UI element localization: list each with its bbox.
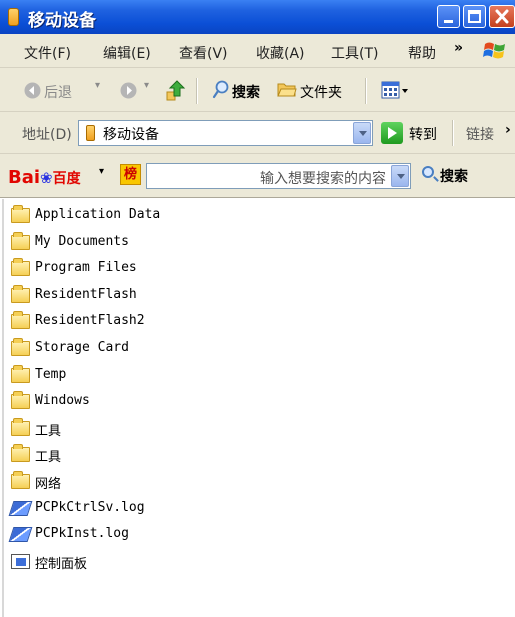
list-item-label: My Documents (35, 233, 129, 249)
baidu-search-button[interactable]: 搜索 (440, 166, 468, 186)
search-icon[interactable] (422, 166, 434, 178)
mobile-device-icon (86, 125, 95, 141)
forward-arrow-icon[interactable] (120, 82, 137, 99)
maximize-icon (468, 10, 481, 23)
mobile-device-icon (8, 8, 19, 26)
list-item-label: Application Data (35, 207, 161, 222)
baidu-rank-button[interactable]: 榜 (120, 164, 141, 185)
folders-button[interactable]: 文件夹 (300, 82, 342, 102)
folder-icon (11, 284, 30, 303)
list-item-label: PCPkInst.log (35, 526, 129, 542)
list-item-label: ResidentFlash (35, 286, 137, 302)
folder-icon (11, 471, 30, 489)
baidu-toolbar: Bai❀百度 ▾ 榜 输入想要搜索的内容 搜索 (0, 154, 515, 198)
search-history-dropdown[interactable] (391, 165, 409, 187)
folder-icon (11, 311, 30, 330)
folder-icon (11, 258, 30, 277)
address-input[interactable]: 移动设备 (78, 120, 373, 146)
folders-icon[interactable] (277, 81, 297, 98)
address-bar: 地址(D) 移动设备 转到 链接 › (0, 112, 515, 154)
back-button[interactable]: 后退 (44, 82, 72, 102)
address-value: 移动设备 (103, 127, 159, 143)
links-button[interactable]: 链接 (466, 124, 494, 144)
maximize-button[interactable] (463, 5, 486, 28)
menu-edit[interactable]: 编辑(E) (103, 43, 151, 63)
window-title: 移动设备 (28, 11, 96, 31)
content-left-border (2, 199, 4, 617)
go-arrow-icon[interactable] (381, 122, 403, 144)
up-folder-icon[interactable] (164, 78, 186, 102)
list-item-label: Temp (35, 366, 67, 382)
search-icon[interactable] (212, 80, 230, 100)
list-item-label: 工具 (35, 423, 62, 439)
folder-icon (11, 417, 30, 436)
folder-icon (11, 205, 30, 223)
go-button[interactable]: 转到 (409, 124, 437, 144)
folder-icon (11, 364, 30, 383)
chevron-down-icon[interactable]: ▾ (144, 80, 149, 91)
list-item-label: ResidentFlash2 (35, 313, 145, 329)
back-arrow-icon[interactable] (24, 82, 41, 99)
chevron-down-icon[interactable]: ▾ (95, 80, 100, 91)
folder-icon (11, 338, 30, 356)
list-item-label: 控制面板 (35, 556, 88, 572)
baidu-search-input[interactable]: 输入想要搜索的内容 (146, 163, 411, 189)
close-button[interactable] (489, 5, 515, 28)
toolbar-separator (365, 78, 367, 104)
menu-tools[interactable]: 工具(T) (331, 43, 378, 63)
baidu-paw-icon: ❀ (40, 169, 53, 187)
list-item-label: Storage Card (35, 340, 129, 355)
search-placeholder: 输入想要搜索的内容 (260, 171, 386, 187)
folder-icon (11, 231, 30, 250)
menu-file[interactable]: 文件(F) (24, 43, 71, 63)
toolbar-separator (452, 120, 454, 146)
list-item-label: 工具 (35, 450, 62, 466)
standard-toolbar: 后退 ▾ ▾ 搜索 文件夹 (0, 68, 515, 112)
list-item-label: 网络 (35, 477, 62, 492)
minimize-icon (444, 20, 453, 23)
address-dropdown-button[interactable] (353, 122, 371, 144)
title-bar: 移动设备 (0, 0, 515, 34)
close-icon (495, 9, 509, 24)
toolbar-separator (196, 78, 198, 104)
menu-view[interactable]: 查看(V) (179, 43, 228, 63)
list-item-label: PCPkCtrlSv.log (35, 499, 145, 515)
search-button[interactable]: 搜索 (232, 82, 260, 102)
control-panel-icon (11, 553, 30, 569)
list-item-label: Program Files (35, 260, 137, 276)
views-icon[interactable] (381, 81, 409, 99)
menu-favorites[interactable]: 收藏(A) (256, 43, 305, 63)
menu-help[interactable]: 帮助 (408, 43, 436, 63)
folder-icon (11, 391, 30, 410)
baidu-menu-dropdown[interactable]: ▾ (99, 166, 104, 177)
windows-logo-icon (483, 42, 505, 59)
menu-overflow-button[interactable]: » (454, 40, 463, 56)
menu-bar: 文件(F) 编辑(E) 查看(V) 收藏(A) 工具(T) 帮助 » (0, 34, 515, 68)
list-item-label: Windows (35, 393, 90, 409)
folder-icon (11, 444, 30, 463)
links-overflow-icon[interactable]: › (505, 122, 511, 138)
minimize-button[interactable] (437, 5, 460, 28)
address-label: 地址(D) (22, 127, 72, 143)
baidu-logo[interactable]: Bai❀百度 (8, 167, 81, 188)
